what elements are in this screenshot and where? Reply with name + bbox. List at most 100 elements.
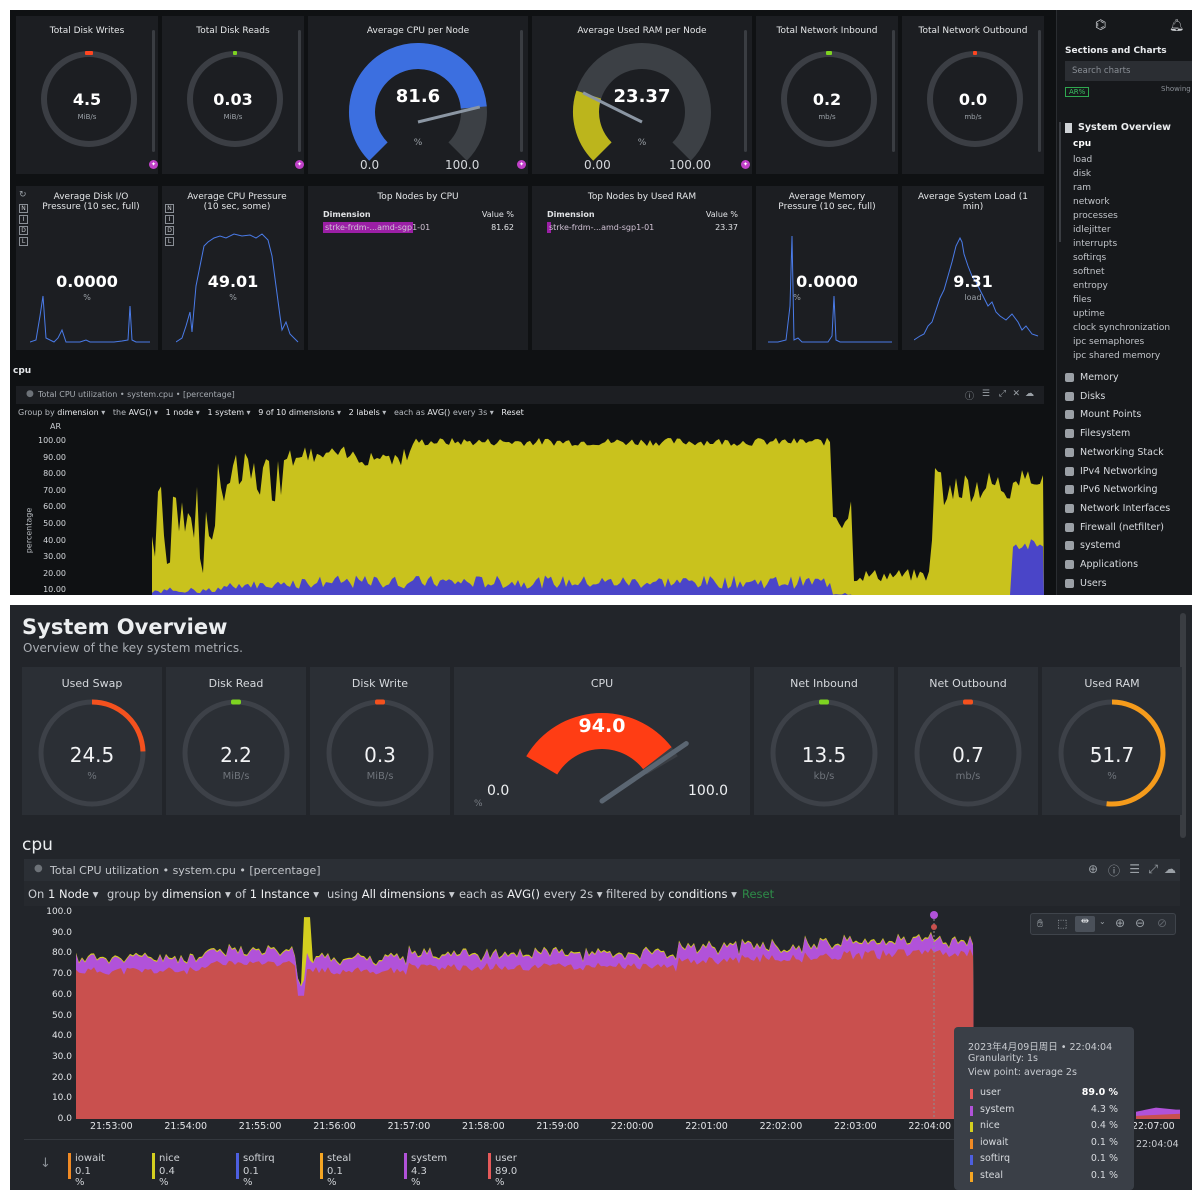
group-by-dropdown[interactable]: group by dimension ▾ <box>107 887 231 901</box>
expand-icon[interactable]: ⤢ <box>1148 862 1158 877</box>
sidebar-item-softirqs[interactable]: softirqs <box>1073 251 1170 265</box>
layers-icon[interactable]: ☰ <box>982 389 990 399</box>
cloud-icon[interactable]: ☁ <box>1164 862 1176 876</box>
sidebar-item-clock-synchronization[interactable]: clock synchronization <box>1073 321 1170 335</box>
chart-search-input[interactable]: Search charts <box>1065 61 1192 81</box>
sidebar-group-users[interactable]: Users <box>1065 578 1107 589</box>
info-icon[interactable]: ⓘ <box>1108 862 1120 879</box>
n-button[interactable]: N <box>165 204 174 213</box>
gauge-unit: % <box>413 138 423 148</box>
sidebar-group-label: Networking Stack <box>1080 446 1164 458</box>
sidebar-group-memory[interactable]: Memory <box>1065 372 1119 383</box>
refresh-icon[interactable]: ↻ <box>19 190 27 200</box>
sidebar-item-idlejitter[interactable]: idlejitter <box>1073 223 1170 237</box>
each-as-dropdown[interactable]: AVG() <box>427 408 450 417</box>
sidebar-item-uptime[interactable]: uptime <box>1073 307 1170 321</box>
nodes-dropdown[interactable]: On 1 Node ▾ <box>28 887 98 901</box>
tooltip-series-value: 4.3 % <box>1090 1103 1118 1115</box>
zoom-icon[interactable]: ⊕ <box>1088 862 1098 876</box>
sidebar-group-networking-stack[interactable]: Networking Stack <box>1065 447 1164 458</box>
sidebar-group-systemd[interactable]: systemd <box>1065 540 1120 551</box>
d-button[interactable]: D <box>19 226 28 235</box>
chart-tooltip: 2023年4月09日周日 • 22:04:04 Granularity: 1s … <box>954 1027 1134 1190</box>
sidebar-group-applications[interactable]: Applications <box>1065 559 1138 570</box>
sidebar-group-filesystem[interactable]: Filesystem <box>1065 428 1130 439</box>
layers-icon[interactable]: ☰ <box>1129 862 1140 876</box>
group-by-label: Group by <box>18 408 55 417</box>
sidebar-group-label: IPv6 Networking <box>1080 484 1158 496</box>
select-icon[interactable]: ⬚ <box>1057 917 1067 930</box>
systems-dropdown[interactable]: 1 system <box>207 408 244 417</box>
pan-icon[interactable]: ✋︎ <box>1037 917 1043 931</box>
x-tick: 22:00:00 <box>610 1121 654 1132</box>
reset-button[interactable]: Reset <box>742 887 774 901</box>
sidebar-group-network-interfaces[interactable]: Network Interfaces <box>1065 503 1170 514</box>
chevron-down-icon[interactable]: ⌄ <box>1099 917 1106 926</box>
sidebar-item-ipc-semaphores[interactable]: ipc semaphores <box>1073 335 1170 349</box>
sidebar-item-softnet[interactable]: softnet <box>1073 265 1170 279</box>
sidebar-group-ipv4-networking[interactable]: IPv4 Networking <box>1065 466 1158 477</box>
l-button[interactable]: L <box>19 237 28 246</box>
gauge-value: 0.7 <box>952 743 984 767</box>
expand-icon[interactable]: ⤢ <box>999 389 1006 399</box>
sidebar-item-ram[interactable]: ram <box>1073 181 1170 195</box>
x-tick: 22:01:00 <box>685 1121 728 1132</box>
section-icon <box>1065 503 1074 513</box>
ar-toggle-button[interactable]: AR% <box>1065 87 1090 97</box>
sidebar-item-ipc-shared-memory[interactable]: ipc shared memory <box>1073 349 1170 363</box>
section-icon <box>1065 541 1074 551</box>
labels-dropdown[interactable]: 2 labels <box>349 408 380 417</box>
sidebar-group-mount-points[interactable]: Mount Points <box>1065 409 1141 420</box>
sort-arrow-icon[interactable]: ↓ <box>40 1156 51 1171</box>
sidebar-item-load[interactable]: load <box>1073 153 1170 167</box>
sidebar-section-system-overview[interactable]: System Overview <box>1065 122 1171 133</box>
reset-zoom-icon[interactable]: ⊘ <box>1157 916 1167 930</box>
zoom-in-icon[interactable]: ⊕ <box>1115 916 1125 930</box>
dimensions-dropdown[interactable]: 9 of 10 dimensions <box>258 408 334 417</box>
sidebar-item-entropy[interactable]: entropy <box>1073 279 1170 293</box>
sidebar-item-cpu[interactable]: cpu <box>1073 139 1091 149</box>
anomaly-icon[interactable]: ✦ <box>149 160 158 169</box>
gauge-value: 0.03 <box>213 90 253 109</box>
every-label: every 2s <box>543 887 594 901</box>
aggregation-dropdown[interactable]: AVG() <box>129 408 152 417</box>
l-button[interactable]: L <box>165 237 174 246</box>
zoom-out-icon[interactable]: ⊖ <box>1135 916 1145 930</box>
nodes-dropdown[interactable]: 1 node <box>166 408 194 417</box>
info-icon[interactable]: ⓘ <box>965 389 974 402</box>
group-by-dropdown[interactable]: dimension <box>57 408 98 417</box>
i-button[interactable]: I <box>19 215 28 224</box>
sidebar-group-label: Applications <box>1080 559 1139 570</box>
anomaly-icon[interactable]: ✦ <box>741 160 750 169</box>
filter-dropdown[interactable]: filtered by conditions ▾ <box>606 887 737 901</box>
dashboard-dark-panel: Total Disk Writes 4.5 MiB/s ✦ Total Disk… <box>10 10 1192 595</box>
sidebar-item-interrupts[interactable]: interrupts <box>1073 237 1170 251</box>
node-name[interactable]: strke-frdm-...amd-sgp1-01 <box>325 223 430 232</box>
legend-series-value: 89.0 % <box>495 1166 518 1188</box>
reset-button[interactable]: Reset <box>501 408 523 417</box>
instances-dropdown[interactable]: of 1 Instance ▾ <box>235 887 319 901</box>
sidebar-group-ipv6-networking[interactable]: IPv6 Networking <box>1065 484 1158 495</box>
anomaly-icon[interactable]: ✦ <box>295 160 304 169</box>
i-button[interactable]: I <box>165 215 174 224</box>
dimensions-dropdown[interactable]: using All dimensions ▾ <box>327 887 455 901</box>
cloud-icon[interactable]: ☁ <box>1025 389 1034 399</box>
node-name[interactable]: strke-frdm-...amd-sgp1-01 <box>549 223 654 232</box>
sidebar-group-disks[interactable]: Disks <box>1065 391 1105 402</box>
n-button[interactable]: N <box>19 204 28 213</box>
sidebar-item-network[interactable]: network <box>1073 195 1170 209</box>
gauge-unit: % <box>87 771 97 782</box>
aggregation-dropdown[interactable]: each as AVG() every 2s ▾ <box>459 887 603 901</box>
highlight-icon[interactable]: ⇹ <box>1075 916 1095 932</box>
sidebar-item-processes[interactable]: processes <box>1073 209 1170 223</box>
close-icon[interactable]: ✕ <box>1012 389 1020 399</box>
integrations-icon[interactable]: ⌬ <box>1095 18 1106 33</box>
every-dropdown[interactable]: every 3s <box>453 408 487 417</box>
sidebar-item-disk[interactable]: disk <box>1073 167 1170 181</box>
d-button[interactable]: D <box>165 226 174 235</box>
sidebar-group-firewall-netfilter-[interactable]: Firewall (netfilter) <box>1065 522 1164 533</box>
anomaly-icon[interactable]: ✦ <box>517 160 526 169</box>
sidebar-item-files[interactable]: files <box>1073 293 1170 307</box>
cpu-area-chart-dark[interactable] <box>152 430 1044 595</box>
bell-icon[interactable]: 🔔︎ <box>1169 18 1184 32</box>
